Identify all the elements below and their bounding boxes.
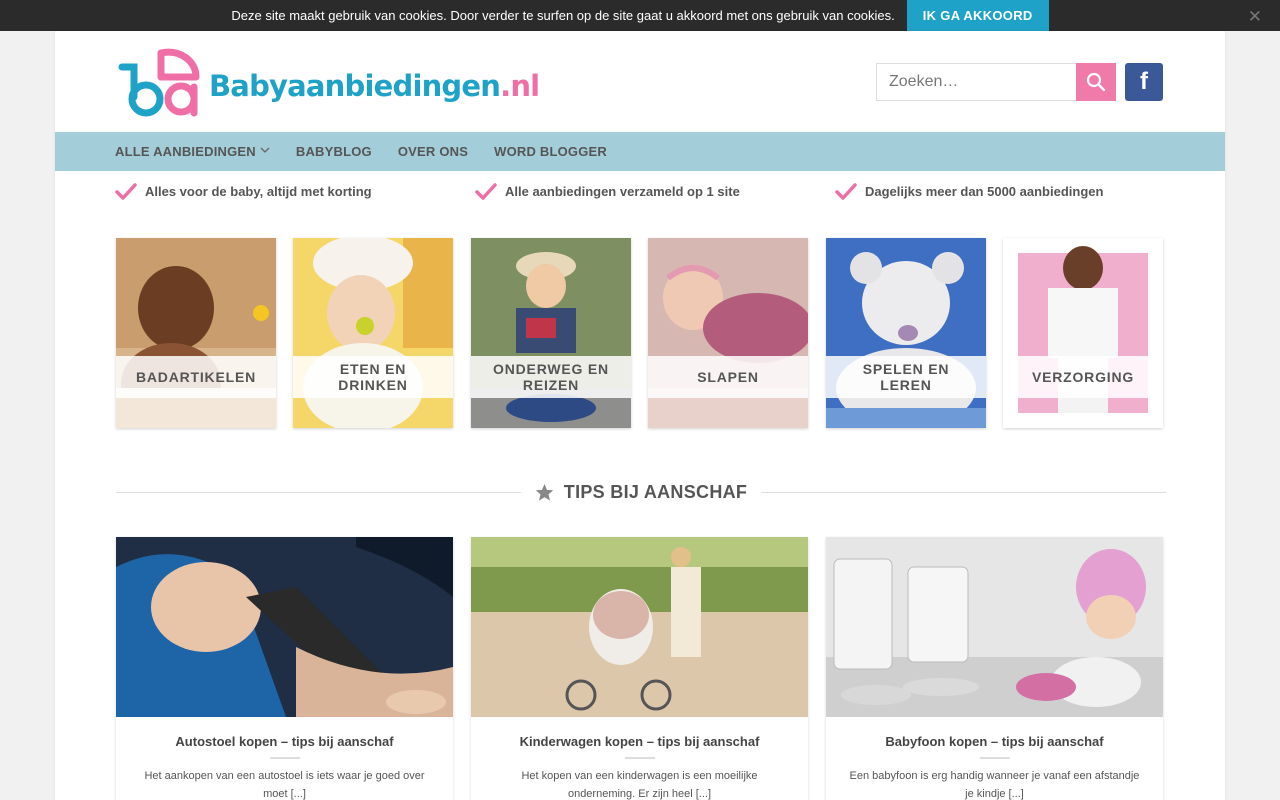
- divider: [269, 757, 300, 759]
- section-title-text: TIPS BIJ AANSCHAF: [563, 481, 748, 502]
- usp-text: Dagelijks meer dan 5000 aanbiedingen: [865, 183, 1104, 199]
- checkmark-icon: [115, 183, 137, 200]
- post-title[interactable]: Kinderwagen kopen – tips bij aanschaf: [471, 734, 808, 749]
- usp-item: Alle aanbiedingen verzameld op 1 site: [475, 182, 740, 200]
- stroller-park-image: [471, 537, 808, 717]
- baby-monitor-image: [826, 537, 1163, 717]
- baby-on-blanket-image: [1003, 238, 1163, 428]
- facebook-icon: f: [1140, 68, 1148, 95]
- nav-item-word-blogger[interactable]: WORD BLOGGER: [494, 144, 607, 159]
- post-card-babyfoon[interactable]: Babyfoon kopen – tips bij aanschaf Een b…: [826, 537, 1163, 800]
- sleeping-baby-image: [648, 238, 808, 428]
- nav-item-alle-aanbiedingen[interactable]: ALLE AANBIEDINGEN: [115, 144, 270, 159]
- category-label: BADARTIKELEN: [116, 356, 276, 398]
- site-logo[interactable]: Babyaanbiedingen.nl: [118, 47, 540, 119]
- usp-item: Dagelijks meer dan 5000 aanbiedingen: [835, 182, 1103, 200]
- post-excerpt: Het kopen van een kinderwagen is een moe…: [521, 770, 758, 800]
- post-card-kinderwagen[interactable]: Kinderwagen kopen – tips bij aanschaf He…: [471, 537, 808, 800]
- category-label: SLAPEN: [648, 356, 808, 398]
- category-grid: BADARTIKELEN ETEN EN DRINKEN ONDERWEG EN…: [116, 238, 1164, 428]
- category-tile-spelen-en-leren[interactable]: SPELEN EN LEREN: [826, 238, 986, 428]
- post-title[interactable]: Autostoel kopen – tips bij aanschaf: [116, 734, 453, 749]
- search-button[interactable]: [1076, 63, 1116, 101]
- checkmark-icon: [835, 183, 857, 200]
- usp-text: Alles voor de baby, altijd met korting: [145, 183, 372, 199]
- logo-wordmark: Babyaanbiedingen.nl: [209, 69, 540, 103]
- category-tile-badartikelen[interactable]: BADARTIKELEN: [116, 238, 276, 428]
- post-card-autostoel[interactable]: Autostoel kopen – tips bij aanschaf Het …: [116, 537, 453, 800]
- nav-item-label: WORD BLOGGER: [494, 144, 608, 159]
- facebook-button[interactable]: f: [1125, 63, 1163, 101]
- divider: [979, 757, 1010, 759]
- car-seat-image: [116, 537, 453, 717]
- divider: [761, 491, 1167, 493]
- category-tile-slapen[interactable]: SLAPEN: [648, 238, 808, 428]
- usp-bar: Alles voor de baby, altijd met korting A…: [55, 171, 1225, 211]
- search-form: [876, 63, 1116, 101]
- divider: [116, 491, 521, 493]
- logo-tld-text: .nl: [500, 69, 540, 103]
- category-tile-onderweg-en-reizen[interactable]: ONDERWEG EN REIZEN: [471, 238, 631, 428]
- nav-item-label: ALLE AANBIEDINGEN: [115, 144, 256, 159]
- boy-camera-image: [471, 238, 631, 428]
- cookie-bar: Deze site maakt gebruik van cookies. Doo…: [0, 0, 1280, 31]
- divider: [624, 757, 655, 759]
- checkmark-icon: [475, 183, 497, 200]
- teddy-bear-image: [826, 238, 986, 428]
- search-icon: [1086, 72, 1106, 92]
- section-title: TIPS BIJ AANSCHAF: [521, 482, 761, 503]
- chevron-down-icon: [260, 146, 270, 157]
- nav-item-label: OVER ONS: [397, 144, 469, 159]
- category-tile-eten-en-drinken[interactable]: ETEN EN DRINKEN: [293, 238, 453, 428]
- section-heading: TIPS BIJ AANSCHAF: [116, 480, 1167, 504]
- search-input[interactable]: [876, 63, 1076, 101]
- baby-bath-image: [116, 238, 276, 428]
- nav-item-over-ons[interactable]: OVER ONS: [398, 144, 468, 159]
- post-excerpt: Het aankopen van een autostoel is iets w…: [144, 770, 425, 800]
- usp-item: Alles voor de baby, altijd met korting: [115, 182, 372, 200]
- site-header: Babyaanbiedingen.nl f: [55, 31, 1225, 132]
- baby-eating-image: [293, 238, 453, 428]
- usp-text: Alle aanbiedingen verzameld op 1 site: [505, 183, 740, 199]
- category-label: SPELEN EN LEREN: [826, 356, 986, 398]
- category-label: ONDERWEG EN REIZEN: [471, 356, 631, 398]
- cookie-accept-button[interactable]: IK GA AKKOORD: [906, 0, 1049, 31]
- nav-item-babyblog[interactable]: BABYBLOG: [296, 144, 372, 159]
- close-icon[interactable]: ✕: [1248, 7, 1262, 27]
- post-title[interactable]: Babyfoon kopen – tips bij aanschaf: [826, 734, 1163, 749]
- category-label: VERZORGING: [1003, 356, 1163, 398]
- cookie-text: Deze site maakt gebruik van cookies. Doo…: [231, 8, 895, 23]
- category-tile-verzorging[interactable]: VERZORGING: [1003, 238, 1163, 428]
- page: Babyaanbiedingen.nl f ALLE AANBIEDINGEN …: [55, 31, 1225, 800]
- post-excerpt: Een babyfoon is erg handig wanneer je va…: [849, 770, 1140, 800]
- star-icon: [535, 483, 554, 501]
- category-label: ETEN EN DRINKEN: [293, 356, 453, 398]
- logo-mark-icon: [118, 48, 200, 117]
- nav-item-label: BABYBLOG: [295, 144, 372, 159]
- main-nav: ALLE AANBIEDINGEN BABYBLOG OVER ONS WORD…: [55, 132, 1225, 171]
- logo-main-text: Babyaanbiedingen: [209, 69, 501, 103]
